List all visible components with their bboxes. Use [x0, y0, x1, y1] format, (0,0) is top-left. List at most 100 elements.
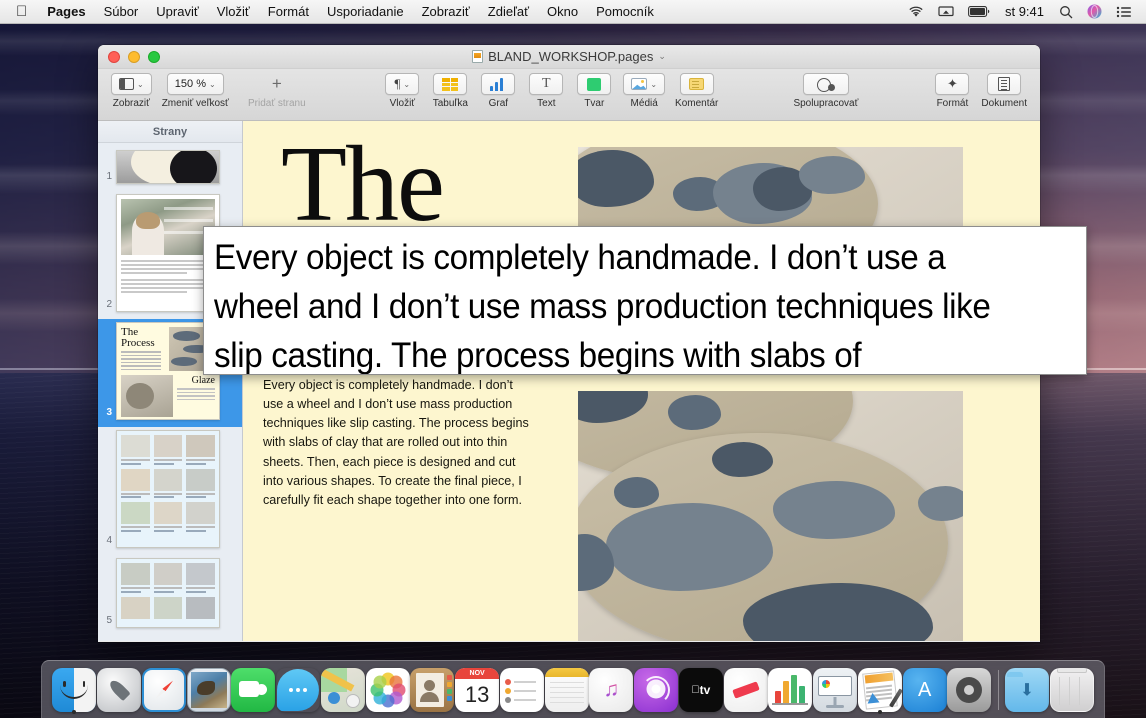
dock-item-mail[interactable]	[186, 665, 231, 715]
toolbar-media-label: Médiá	[631, 98, 658, 109]
dock-item-trash[interactable]	[1049, 665, 1094, 715]
siri-icon[interactable]	[1081, 4, 1108, 19]
window-title-bar[interactable]: BLAND_WORKSHOP.pages ⌄	[98, 45, 1040, 69]
menu-item-vlozit[interactable]: Vložiť	[208, 0, 259, 24]
toolbar-chart[interactable]: Graf	[476, 73, 520, 109]
pages-toolbar[interactable]: ⌄ Zobraziť 150 % ⌄ Zmeniť veľkosť + Prid…	[98, 69, 1040, 121]
toolbar-media[interactable]: ⌄ Médiá	[620, 73, 668, 109]
chevron-down-icon: ⌄	[403, 80, 410, 89]
toolbar-table-label: Tabuľka	[433, 98, 468, 109]
menu-item-zobrazit[interactable]: Zobraziť	[413, 0, 479, 24]
page-thumbnail[interactable]	[116, 150, 220, 184]
dock-item-itunes[interactable]: ♫	[589, 665, 634, 715]
menu-item-subor[interactable]: Súbor	[95, 0, 148, 24]
dock-item-launchpad[interactable]	[97, 665, 142, 715]
menu-item-usporiadanie[interactable]: Usporiadanie	[318, 0, 413, 24]
window-body: Strany 1 2 3	[98, 121, 1040, 641]
toolbar-add-page[interactable]: + Pridať stranu	[236, 73, 318, 109]
window-controls[interactable]	[98, 51, 160, 63]
toolbar-view[interactable]: ⌄ Zobraziť	[108, 73, 155, 109]
page-thumbnail[interactable]	[116, 430, 220, 548]
menu-item-pomocnik[interactable]: Pomocník	[587, 0, 663, 24]
chevron-down-icon[interactable]: ⌄	[658, 51, 666, 62]
menu-item-upravit[interactable]: Upraviť	[147, 0, 207, 24]
toolbar-zoom[interactable]: 150 % ⌄ Zmeniť veľkosť	[159, 73, 232, 109]
toolbar-insert[interactable]: ¶ ⌄ Vložiť	[380, 73, 424, 109]
sidebar-page-5[interactable]: 5	[98, 555, 242, 635]
dock-item-app-store[interactable]: A	[902, 665, 947, 715]
sidebar-page-1[interactable]: 1	[98, 147, 242, 191]
running-indicator	[72, 710, 76, 714]
page-thumbnail[interactable]	[116, 558, 220, 628]
pages-document-icon	[472, 50, 483, 63]
search-icon[interactable]	[1053, 5, 1079, 19]
dock-item-appletv[interactable]: tv	[679, 665, 724, 715]
toolbar-format[interactable]: ✦ Formát	[930, 73, 974, 109]
toolbar-collaborate[interactable]: Spolupracovať	[784, 73, 868, 109]
toolbar-table[interactable]: Tabuľka	[428, 73, 472, 109]
chevron-down-icon: ⌄	[209, 80, 216, 89]
dock-item-safari[interactable]	[142, 665, 187, 715]
battery-icon[interactable]	[962, 6, 996, 17]
toolbar-collaborate-label: Spolupracovať	[793, 98, 858, 109]
add-page-icon[interactable]: +	[260, 73, 294, 95]
chevron-down-icon: ⌄	[137, 80, 144, 89]
page-thumbnails-sidebar[interactable]: Strany 1 2 3	[98, 121, 243, 641]
dock-item-maps[interactable]	[321, 665, 366, 715]
dock[interactable]: NOV 13 ♫ tv	[41, 660, 1105, 718]
menu-item-okno[interactable]: Okno	[538, 0, 587, 24]
dock-item-pages[interactable]	[858, 665, 903, 715]
dock-item-numbers[interactable]	[768, 665, 813, 715]
calendar-day: 13	[455, 679, 499, 712]
document-canvas[interactable]: The Every object is comp	[243, 121, 1040, 641]
sidebar-title: Strany	[98, 121, 242, 143]
dock-item-calendar[interactable]: NOV 13	[455, 665, 500, 715]
document-body-text[interactable]: Every object is completely handmade. I d…	[263, 376, 531, 510]
minimize-button[interactable]	[128, 51, 140, 63]
toolbar-comment[interactable]: Komentár	[672, 73, 721, 109]
thumb-subheading: Glaze	[177, 375, 215, 386]
document-heading[interactable]: The	[281, 131, 443, 239]
dock-item-finder[interactable]	[52, 665, 97, 715]
toolbar-shape[interactable]: Tvar	[572, 73, 616, 109]
close-button[interactable]	[108, 51, 120, 63]
toolbar-document[interactable]: Dokument	[978, 73, 1030, 109]
document-page[interactable]: The Every object is comp	[243, 121, 1040, 641]
toolbar-add-page-label: Pridať stranu	[248, 98, 306, 109]
dock-item-reminders[interactable]	[500, 665, 545, 715]
control-center-icon[interactable]	[1110, 6, 1138, 18]
toolbar-text[interactable]: T Text	[524, 73, 568, 109]
dock-item-podcasts[interactable]	[634, 665, 679, 715]
apple-logo-icon[interactable]: 	[8, 0, 38, 24]
table-icon	[442, 78, 458, 91]
dock-item-notes[interactable]	[544, 665, 589, 715]
menu-item-pages[interactable]: Pages	[38, 0, 94, 24]
document-photo-bottom[interactable]	[578, 391, 963, 641]
toolbar-view-label: Zobraziť	[113, 98, 150, 109]
wifi-icon[interactable]	[902, 6, 930, 18]
dock-item-system-preferences[interactable]	[947, 665, 992, 715]
dock-item-keynote[interactable]	[813, 665, 858, 715]
menu-bar-status: st 9:41	[902, 4, 1146, 19]
toolbar-insert-group: ¶ ⌄ Vložiť Tabuľka Graf T	[380, 73, 721, 109]
dock-item-news[interactable]	[723, 665, 768, 715]
menu-bar-items:  Pages Súbor Upraviť Vložiť Formát Uspo…	[0, 0, 663, 24]
collaborate-icon	[817, 77, 835, 91]
dock-item-downloads[interactable]: ⬇	[1005, 665, 1050, 715]
dock-item-contacts[interactable]	[410, 665, 455, 715]
dock-separator	[998, 670, 999, 710]
media-icon	[631, 78, 647, 90]
menu-item-zdielat[interactable]: Zdieľať	[479, 0, 538, 24]
calendar-month: NOV	[455, 668, 499, 679]
toolbar-text-label: Text	[537, 98, 555, 109]
zoom-button[interactable]	[148, 51, 160, 63]
dock-item-messages[interactable]	[276, 665, 321, 715]
sidebar-page-4[interactable]: 4	[98, 427, 242, 555]
view-icon	[119, 78, 134, 90]
sidebar-page-list[interactable]: 1 2 3 The Process	[98, 143, 242, 641]
dock-item-facetime[interactable]	[231, 665, 276, 715]
dock-item-photos[interactable]	[365, 665, 410, 715]
menu-item-format[interactable]: Formát	[259, 0, 318, 24]
airplay-icon[interactable]	[932, 6, 960, 18]
menu-bar-clock[interactable]: st 9:41	[998, 4, 1051, 19]
